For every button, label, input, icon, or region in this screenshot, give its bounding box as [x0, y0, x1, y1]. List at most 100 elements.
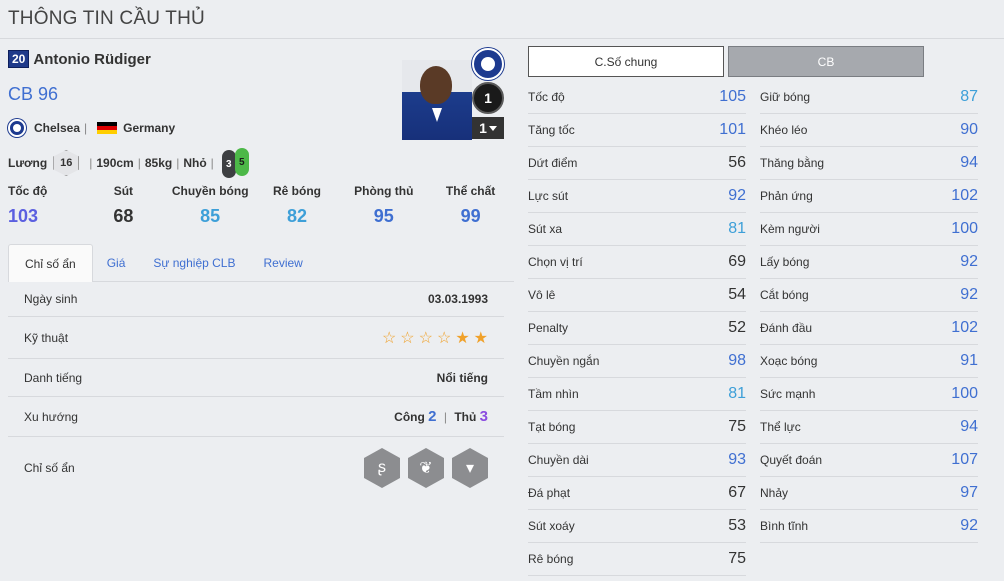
paw-icon[interactable]: ❦: [408, 448, 444, 488]
stat-row: Vô lê 54: [528, 279, 746, 312]
defense-label: Thủ: [454, 410, 477, 424]
separator: |: [89, 156, 93, 170]
tie-ball-icon[interactable]: ▾: [452, 448, 488, 488]
stat-row: Lực sút 92: [528, 180, 746, 213]
separator: |: [443, 410, 447, 424]
stat-value: 94: [960, 154, 978, 171]
stat-value: 53: [728, 517, 746, 534]
summary-value: 68: [113, 206, 134, 226]
stat-label: Dứt điểm: [528, 156, 578, 170]
stat-label: Đánh đầu: [760, 321, 813, 335]
stat-row: Đánh đầu 102: [760, 312, 978, 345]
stat-value: 92: [960, 286, 978, 303]
club-name: Chelsea: [34, 121, 81, 135]
trend-value: Công 2 | Thủ 3: [394, 408, 488, 425]
stat-row: Chọn vị trí 69: [528, 246, 746, 279]
stat-value: 107: [951, 451, 978, 468]
stat-column-left: Tốc độ 105 Tăng tốc 101 Dứt điểm 56 Lực sút 92 S…: [528, 81, 746, 576]
upgrade-select-value: 1: [479, 120, 487, 136]
stat-column-right: Giữ bóng 87 Khéo léo 90 Thăng bằng 94 Phản ứng…: [760, 81, 978, 576]
nation-name: Germany: [123, 121, 176, 135]
stat-row: Chuyền ngắn 98: [528, 345, 746, 378]
stat-value: 93: [728, 451, 746, 468]
position-stats-button[interactable]: CB: [728, 46, 924, 77]
stat-row: Rê bóng 75: [528, 543, 746, 576]
stat-row: Lấy bóng 92: [760, 246, 978, 279]
snake-icon[interactable]: ʂ: [364, 448, 400, 488]
stat-row: Bình tĩnh 92: [760, 510, 978, 543]
summary-label: Rê bóng: [272, 184, 321, 198]
stat-row: Tạt bóng 75: [528, 411, 746, 444]
stat-value: 69: [728, 253, 746, 270]
stat-value: 92: [960, 517, 978, 534]
stat-value: 81: [728, 385, 746, 402]
attack-label: Công: [394, 410, 425, 424]
chelsea-logo-icon: [8, 119, 26, 137]
stat-row: Khéo léo 90: [760, 114, 978, 147]
summary-value: 99: [460, 206, 481, 226]
detail-label: Kỹ thuật: [24, 330, 69, 345]
star-empty-icon: ☆: [436, 329, 452, 347]
stat-value: 94: [960, 418, 978, 435]
stat-label: Tăng tốc: [528, 123, 575, 137]
position-ovr: CB 96: [8, 84, 59, 104]
summary-value: 82: [286, 206, 307, 226]
summary-stat: Rê bóng 82: [254, 184, 341, 227]
stat-label: Thể lực: [760, 420, 801, 434]
attack-value: 2: [428, 408, 437, 425]
summary-value: 103: [8, 206, 39, 226]
summary-value: 85: [200, 206, 221, 226]
star-filled-icon: ★: [455, 329, 470, 347]
player-name-row: 20 Antonio Rüdiger: [8, 50, 151, 68]
club-nation-row: Chelsea | Germany: [8, 119, 175, 137]
stat-label: Cắt bóng: [760, 288, 809, 302]
detail-row-birth: Ngày sinh 03.03.1993: [8, 282, 504, 317]
season-badge: 20: [8, 50, 30, 68]
tab-review[interactable]: Review: [249, 244, 316, 282]
summary-label: Phòng thủ: [354, 184, 414, 198]
stat-label: Penalty: [528, 321, 569, 335]
stat-value: 52: [728, 319, 746, 336]
detail-label: Ngày sinh: [24, 292, 78, 306]
stats-panel: C.Số chung CB Tốc độ 105 Tăng tốc 101 Dứt đi…: [528, 46, 1004, 576]
body-type: Nhỏ: [183, 156, 207, 170]
upgrade-level-dropdown[interactable]: 1: [472, 117, 504, 139]
stat-label: Kèm người: [760, 222, 820, 236]
stat-label: Nhảy: [760, 486, 789, 500]
detail-table: Ngày sinh 03.03.1993 Kỹ thuật ☆ ☆ ☆ ☆ ★ …: [8, 282, 504, 499]
tab-hidden-stats[interactable]: Chỉ số ẩn: [8, 244, 93, 282]
stat-value: 102: [951, 319, 978, 336]
stat-value: 92: [728, 187, 746, 204]
stat-row: Tăng tốc 101: [528, 114, 746, 147]
stat-label: Vô lê: [528, 288, 556, 302]
stat-value: 75: [728, 550, 746, 567]
stat-value: 100: [951, 385, 978, 402]
summary-stat: Sút 68: [80, 184, 167, 227]
stat-label: Tốc độ: [528, 90, 565, 104]
stat-value: 54: [728, 286, 746, 303]
height: 190cm: [96, 156, 134, 170]
player-info-panel: 20 Antonio Rüdiger CB 96 Chelsea | Germa…: [0, 40, 514, 581]
general-stats-button[interactable]: C.Số chung: [528, 46, 724, 77]
tab-price[interactable]: Giá: [93, 244, 140, 282]
stat-value: 81: [728, 220, 746, 237]
stat-row: Xoạc bóng 91: [760, 345, 978, 378]
separator: |: [210, 156, 214, 170]
hidden-trait-icons: ʂ ❦ ▾: [364, 448, 488, 488]
summary-stat: Phòng thủ 95: [340, 184, 427, 227]
star-filled-icon: ★: [473, 329, 488, 347]
star-empty-icon: ☆: [400, 329, 415, 347]
right-foot-rating: 5: [234, 148, 249, 176]
stat-row: Dứt điểm 56: [528, 147, 746, 180]
stat-row: Tầm nhìn 81: [528, 378, 746, 411]
stat-label: Sút xa: [528, 222, 563, 236]
stat-value: 56: [728, 154, 746, 171]
tab-club-career[interactable]: Sự nghiệp CLB: [139, 244, 249, 282]
stat-value: 98: [728, 352, 746, 369]
separator: |: [137, 156, 141, 170]
stat-label: Quyết đoán: [760, 453, 823, 467]
stat-label: Lực sút: [528, 189, 569, 203]
weight: 85kg: [144, 156, 173, 170]
player-name: Antonio Rüdiger: [33, 50, 151, 68]
player-attributes-row: Lương 16 | 190cm | 85kg | Nhỏ | 3 5: [8, 148, 250, 178]
